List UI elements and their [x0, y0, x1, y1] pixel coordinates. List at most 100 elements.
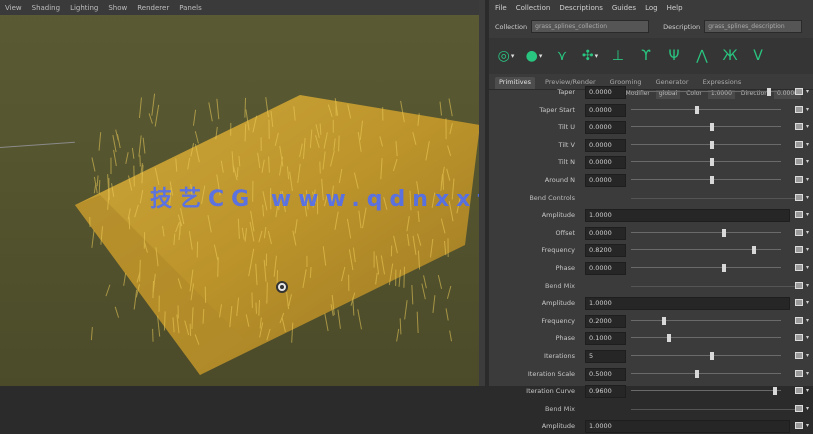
- attribute-value-field[interactable]: 0.0000: [585, 227, 626, 240]
- viewport[interactable]: View Shading Lighting Show Renderer Pane…: [0, 0, 485, 386]
- menu-help[interactable]: Help: [667, 4, 683, 14]
- viewport-menu-view[interactable]: View: [5, 4, 22, 12]
- menu-descriptions[interactable]: Descriptions: [559, 4, 603, 14]
- expression-editor-icon[interactable]: [795, 106, 803, 113]
- slider-thumb[interactable]: [722, 229, 726, 237]
- attribute-value-field[interactable]: 0.0000: [585, 121, 626, 134]
- slider-thumb[interactable]: [710, 123, 714, 131]
- slider-track[interactable]: [631, 267, 781, 268]
- menu-collection[interactable]: Collection: [516, 4, 551, 14]
- expression-editor-icon[interactable]: [795, 211, 803, 218]
- guide-add-icon[interactable]: ⊥: [607, 45, 629, 67]
- options-chevron-icon[interactable]: ▾: [806, 422, 811, 429]
- slider-thumb[interactable]: [710, 176, 714, 184]
- attribute-value-field[interactable]: 1.0000: [585, 420, 790, 433]
- options-chevron-icon[interactable]: ▾: [806, 370, 811, 377]
- attribute-value-field[interactable]: 0.0000: [585, 86, 626, 99]
- options-chevron-icon[interactable]: ▾: [806, 123, 811, 130]
- slider-track[interactable]: [631, 126, 781, 127]
- options-chevron-icon[interactable]: ▾: [806, 352, 811, 359]
- select-tool-icon[interactable]: ◎: [495, 45, 517, 67]
- slider-thumb[interactable]: [710, 141, 714, 149]
- slider-track[interactable]: [631, 390, 781, 391]
- slider-track[interactable]: [631, 232, 781, 233]
- attribute-value-field[interactable]: 0.8200: [585, 244, 626, 257]
- expression-editor-icon[interactable]: [795, 123, 803, 130]
- options-chevron-icon[interactable]: ▾: [806, 176, 811, 183]
- menu-file[interactable]: File: [495, 4, 507, 14]
- slider-thumb[interactable]: [695, 370, 699, 378]
- slider-thumb[interactable]: [710, 158, 714, 166]
- options-chevron-icon[interactable]: ▾: [806, 211, 811, 218]
- options-chevron-icon[interactable]: ▾: [806, 106, 811, 113]
- options-chevron-icon[interactable]: ▾: [806, 317, 811, 324]
- blob-tool-icon[interactable]: ●: [523, 45, 545, 67]
- attribute-value-field[interactable]: 0.0000: [585, 104, 626, 117]
- slider-track[interactable]: [631, 91, 781, 92]
- viewport-menu-renderer[interactable]: Renderer: [137, 4, 169, 12]
- options-chevron-icon[interactable]: ▾: [806, 282, 811, 289]
- expression-editor-icon[interactable]: [795, 158, 803, 165]
- attribute-value-field[interactable]: 0.9600: [585, 385, 626, 398]
- slider-track[interactable]: [631, 144, 781, 145]
- options-chevron-icon[interactable]: ▾: [806, 194, 811, 201]
- attribute-value-field[interactable]: 0.0000: [585, 262, 626, 275]
- slider-track[interactable]: [631, 249, 781, 250]
- slider-thumb[interactable]: [722, 264, 726, 272]
- expression-editor-icon[interactable]: [795, 387, 803, 394]
- attribute-value-field[interactable]: 5: [585, 350, 626, 363]
- attribute-value-field[interactable]: 1.0000: [585, 209, 790, 222]
- expression-editor-icon[interactable]: [795, 334, 803, 341]
- guide-curve-icon[interactable]: ϒ: [635, 45, 657, 67]
- expression-editor-icon[interactable]: [795, 194, 803, 201]
- comb-tool-icon[interactable]: ⋎: [551, 45, 573, 67]
- slider-thumb[interactable]: [662, 317, 666, 325]
- slider-thumb[interactable]: [752, 246, 756, 254]
- viewport-menu-shading[interactable]: Shading: [32, 4, 60, 12]
- slider-track[interactable]: [631, 373, 781, 374]
- viewport-menu-lighting[interactable]: Lighting: [70, 4, 98, 12]
- attribute-value-field[interactable]: 0.0000: [585, 174, 626, 187]
- options-chevron-icon[interactable]: ▾: [806, 387, 811, 394]
- expression-editor-icon[interactable]: [795, 370, 803, 377]
- attribute-value-field[interactable]: 0.5000: [585, 368, 626, 381]
- expression-editor-icon[interactable]: [795, 141, 803, 148]
- attribute-value-field[interactable]: 0.0000: [585, 139, 626, 152]
- slider-track[interactable]: [631, 179, 781, 180]
- expression-editor-icon[interactable]: [795, 405, 803, 412]
- slider-thumb[interactable]: [667, 334, 671, 342]
- options-chevron-icon[interactable]: ▾: [806, 264, 811, 271]
- expression-editor-icon[interactable]: [795, 317, 803, 324]
- attribute-value-field[interactable]: 0.2000: [585, 315, 626, 328]
- viewport-menu-panels[interactable]: Panels: [179, 4, 202, 12]
- expression-editor-icon[interactable]: [795, 422, 803, 429]
- slider-track[interactable]: [631, 320, 781, 321]
- pull-tool-icon[interactable]: ✣: [579, 45, 601, 67]
- slider-thumb[interactable]: [695, 106, 699, 114]
- expression-editor-icon[interactable]: [795, 246, 803, 253]
- slider-track[interactable]: [631, 161, 781, 162]
- expression-editor-icon[interactable]: [795, 264, 803, 271]
- options-chevron-icon[interactable]: ▾: [806, 229, 811, 236]
- slider-track[interactable]: [631, 109, 781, 110]
- expression-editor-icon[interactable]: [795, 229, 803, 236]
- guide-vee-icon[interactable]: V: [747, 45, 769, 67]
- options-chevron-icon[interactable]: ▾: [806, 88, 811, 95]
- expression-editor-icon[interactable]: [795, 88, 803, 95]
- description-dropdown[interactable]: grass_splines_description: [704, 20, 802, 33]
- options-chevron-icon[interactable]: ▾: [806, 246, 811, 253]
- options-chevron-icon[interactable]: ▾: [806, 141, 811, 148]
- slider-thumb[interactable]: [773, 387, 777, 395]
- collection-dropdown[interactable]: grass_splines_collection: [531, 20, 649, 33]
- slider-thumb[interactable]: [710, 352, 714, 360]
- options-chevron-icon[interactable]: ▾: [806, 299, 811, 306]
- guide-split-icon[interactable]: ⋀: [691, 45, 713, 67]
- attribute-value-field[interactable]: 1.0000: [585, 297, 790, 310]
- options-chevron-icon[interactable]: ▾: [806, 334, 811, 341]
- expression-editor-icon[interactable]: [795, 176, 803, 183]
- expression-editor-icon[interactable]: [795, 299, 803, 306]
- guide-pair-icon[interactable]: Ж: [719, 45, 741, 67]
- viewport-menu-show[interactable]: Show: [108, 4, 127, 12]
- guide-flip-icon[interactable]: Ψ: [663, 45, 685, 67]
- expression-editor-icon[interactable]: [795, 282, 803, 289]
